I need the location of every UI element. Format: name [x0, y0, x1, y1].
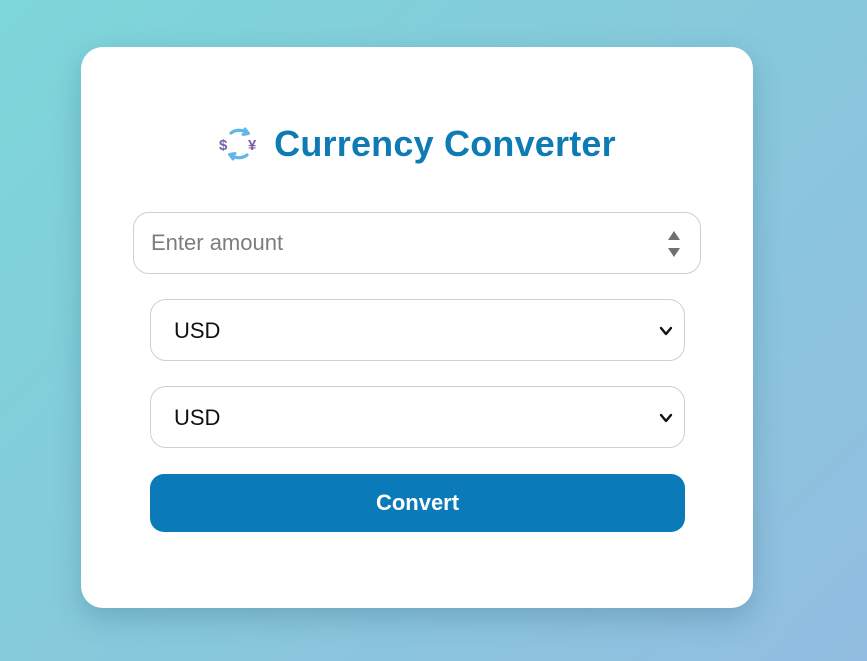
number-spinner-icon[interactable] — [666, 229, 682, 259]
header: $ ¥ Currency Converter — [81, 123, 753, 165]
currency-exchange-icon: $ ¥ — [218, 123, 260, 165]
converter-card: $ ¥ Currency Converter USD USD — [81, 47, 753, 608]
amount-input[interactable] — [134, 213, 700, 273]
convert-button[interactable]: Convert — [150, 474, 685, 532]
from-currency-value: USD — [174, 318, 221, 343]
svg-text:¥: ¥ — [248, 137, 257, 154]
svg-text:$: $ — [219, 137, 228, 154]
page-title: Currency Converter — [274, 123, 616, 164]
to-currency-select[interactable]: USD — [150, 386, 685, 448]
chevron-down-icon — [658, 323, 674, 339]
chevron-down-icon — [658, 410, 674, 426]
from-currency-select[interactable]: USD — [150, 299, 685, 361]
to-currency-value: USD — [174, 405, 221, 430]
amount-field[interactable] — [133, 212, 701, 274]
